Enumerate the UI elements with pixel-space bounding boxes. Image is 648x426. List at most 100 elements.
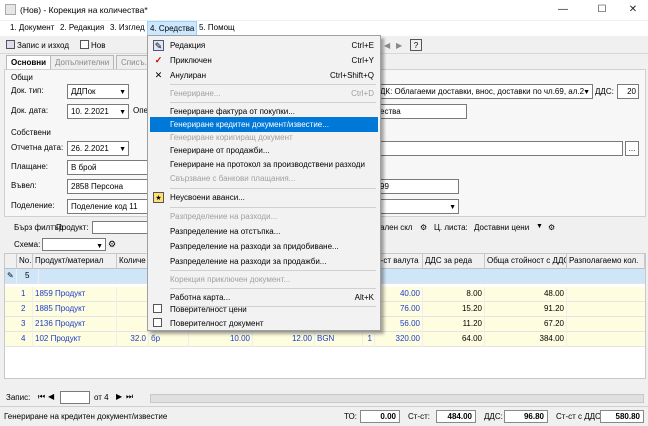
menu-document[interactable]: 1. Документ bbox=[8, 23, 56, 35]
entered-by-field[interactable]: 2858 Персона bbox=[67, 179, 153, 194]
minimize-button[interactable]: — bbox=[556, 3, 570, 17]
star-icon: ★ bbox=[153, 192, 164, 203]
first-record-icon[interactable]: ⏮ bbox=[38, 392, 45, 402]
menu-item-closed[interactable]: ✓ Приключен Ctrl+Y bbox=[150, 53, 378, 68]
menu-item-advances[interactable]: ★ Неусвоени аванси... bbox=[150, 190, 378, 205]
menu-tools[interactable]: 4. Средства bbox=[147, 21, 198, 36]
header-available-qty[interactable]: Разполагаемо кол. bbox=[567, 254, 645, 269]
report-date-label: Отчетна дата: bbox=[11, 143, 64, 152]
product-filter-input[interactable] bbox=[92, 221, 148, 234]
menu-separator bbox=[170, 288, 376, 289]
row-rate: 1 bbox=[363, 332, 375, 347]
header-product[interactable]: Продукт/материал bbox=[33, 254, 117, 269]
vat-type-select[interactable]: ДК: Облагаеми доставки, внос, доставки п… bbox=[377, 84, 593, 99]
row-sum: 320.00 bbox=[375, 332, 423, 347]
department-select[interactable]: ▼ bbox=[377, 199, 459, 214]
row-price: 10.00 bbox=[189, 332, 253, 347]
menu-edit[interactable]: 2. Редакция bbox=[58, 23, 106, 35]
row-product[interactable]: 2136 Продукт bbox=[33, 317, 117, 332]
menu-item-gen-sales[interactable]: Генериране от продажби... bbox=[150, 143, 378, 158]
header-value-currency[interactable]: т-ст валута bbox=[375, 254, 423, 269]
checkbox-icon[interactable] bbox=[153, 318, 162, 327]
record-navigator: Запис: ⏮ ◀ от 4 ▶ ⏭ bbox=[0, 390, 648, 406]
vat-rate-field[interactable]: 20 bbox=[617, 84, 639, 99]
header-quantity[interactable]: Количе bbox=[117, 254, 149, 269]
total-label: Ст-ст с ДДС: bbox=[556, 412, 604, 421]
row-vat: 15.20 bbox=[423, 302, 485, 317]
total-value: 580.80 bbox=[600, 410, 644, 423]
status-text: Генериране на кредитен документ/известие bbox=[4, 412, 168, 421]
record-label: Запис: bbox=[6, 393, 31, 402]
row-product[interactable]: 102 Продукт bbox=[33, 332, 117, 347]
doc-type-select[interactable]: ДДПок ▼ bbox=[67, 84, 129, 99]
menu-item-dist-acquisition[interactable]: Разпределение на разходи за придобиване.… bbox=[150, 239, 378, 254]
price-list-select[interactable]: Доставни цени bbox=[474, 223, 529, 232]
header-no[interactable]: No. bbox=[17, 254, 33, 269]
row-no: 5 bbox=[23, 269, 39, 284]
section-general: Общи bbox=[11, 73, 33, 82]
menu-separator bbox=[170, 84, 376, 85]
menu-separator bbox=[170, 270, 376, 271]
cross-icon: ✕ bbox=[154, 70, 163, 80]
browse-button[interactable]: ... bbox=[625, 141, 639, 156]
menu-item-cancelled[interactable]: ✕ Анулиран Ctrl+Shift+Q bbox=[150, 68, 378, 83]
chevron-down-icon: ▼ bbox=[583, 89, 590, 96]
last-record-icon[interactable]: ⏭ bbox=[126, 392, 133, 402]
tab-additional[interactable]: Допълнителни bbox=[50, 55, 115, 69]
horizontal-scrollbar[interactable] bbox=[150, 394, 644, 403]
menu-item-gen-protocol[interactable]: Генериране на протокол за производствени… bbox=[150, 157, 378, 172]
save-exit-button[interactable]: Запис и изход bbox=[6, 39, 69, 52]
new-button[interactable]: Нов bbox=[80, 39, 105, 52]
sum-value: 484.00 bbox=[436, 410, 476, 423]
report-extra-field[interactable] bbox=[377, 141, 623, 156]
price-list-settings-icon[interactable]: ⚙ bbox=[548, 223, 555, 232]
row-total: 67.20 bbox=[485, 317, 567, 332]
row-no: 3 bbox=[19, 317, 33, 332]
menu-item-price-privacy[interactable]: Поверителност цени bbox=[150, 302, 378, 317]
menu-bar: 1. Документ 2. Редакция 3. Изглед 4. Сре… bbox=[0, 21, 648, 36]
row-no: 2 bbox=[19, 302, 33, 317]
menu-item-dist-discount[interactable]: Разпределение на отстъпка... bbox=[150, 224, 378, 239]
tab-main[interactable]: Основни bbox=[6, 55, 52, 70]
price-list-label: Ц. листа: bbox=[434, 223, 468, 232]
nav-left-icon[interactable]: ◀ bbox=[384, 39, 390, 52]
save-icon bbox=[6, 40, 15, 49]
next-record-icon[interactable]: ▶ bbox=[116, 392, 122, 401]
menu-view[interactable]: 3. Изглед bbox=[108, 23, 147, 35]
prev-record-icon[interactable]: ◀ bbox=[48, 392, 54, 401]
edit-icon: ✎ bbox=[153, 40, 164, 51]
row-product[interactable]: 1885 Продукт bbox=[33, 302, 117, 317]
entered-by-extra[interactable]: 99 bbox=[377, 179, 459, 194]
menu-item-edit[interactable]: ✎ Редакция Ctrl+E bbox=[150, 38, 378, 53]
header-vat-line[interactable]: ДДС за реда bbox=[423, 254, 485, 269]
window-title: (Нов) - Корекция на количества* bbox=[20, 5, 148, 15]
operation-select[interactable]: ества bbox=[377, 104, 467, 119]
payment-field[interactable]: В брой bbox=[67, 160, 153, 175]
section-own: Собствени bbox=[11, 128, 51, 137]
menu-help[interactable]: 5. Помощ bbox=[197, 23, 237, 35]
menu-item-doc-privacy[interactable]: Поверителност документ bbox=[150, 316, 378, 331]
department-field[interactable]: Поделение код 11 bbox=[67, 199, 153, 214]
doc-type-label: Док. тип: bbox=[11, 86, 44, 95]
help-icon[interactable]: ? bbox=[410, 39, 422, 51]
close-button[interactable]: ✕ bbox=[626, 3, 640, 17]
scheme-select[interactable]: ▼ bbox=[42, 238, 106, 251]
header-total-with-vat[interactable]: Обща стойност с ДДС bbox=[485, 254, 567, 269]
row-vat: 64.00 bbox=[423, 332, 485, 347]
row-unit: бр bbox=[149, 332, 189, 347]
table-row[interactable]: 4 102 Продукт 32.0 бр 10.00 12.00 BGN 1 … bbox=[5, 332, 645, 347]
menu-item-dist-sales[interactable]: Разпределение на разходи за продажби... bbox=[150, 254, 378, 269]
report-date-picker[interactable]: 26. 2.2021 ▼ bbox=[67, 141, 129, 156]
doc-date-picker[interactable]: 10. 2.2021 ▼ bbox=[67, 104, 129, 119]
record-number-input[interactable] bbox=[60, 391, 90, 404]
store-settings-icon[interactable]: ⚙ bbox=[420, 223, 427, 232]
nav-right-icon[interactable]: ▶ bbox=[396, 39, 402, 52]
row-product[interactable]: 1859 Продукт bbox=[33, 287, 117, 302]
sum-label: Ст-ст: bbox=[408, 412, 430, 421]
store-select[interactable]: ален скл bbox=[380, 223, 412, 232]
menu-item-generate: Генериране... Ctrl+D bbox=[170, 89, 374, 98]
vat-total-value: 96.80 bbox=[504, 410, 548, 423]
scheme-settings-icon[interactable]: ⚙ bbox=[108, 239, 116, 250]
maximize-button[interactable]: ☐ bbox=[595, 3, 609, 17]
checkbox-icon[interactable] bbox=[153, 304, 162, 313]
